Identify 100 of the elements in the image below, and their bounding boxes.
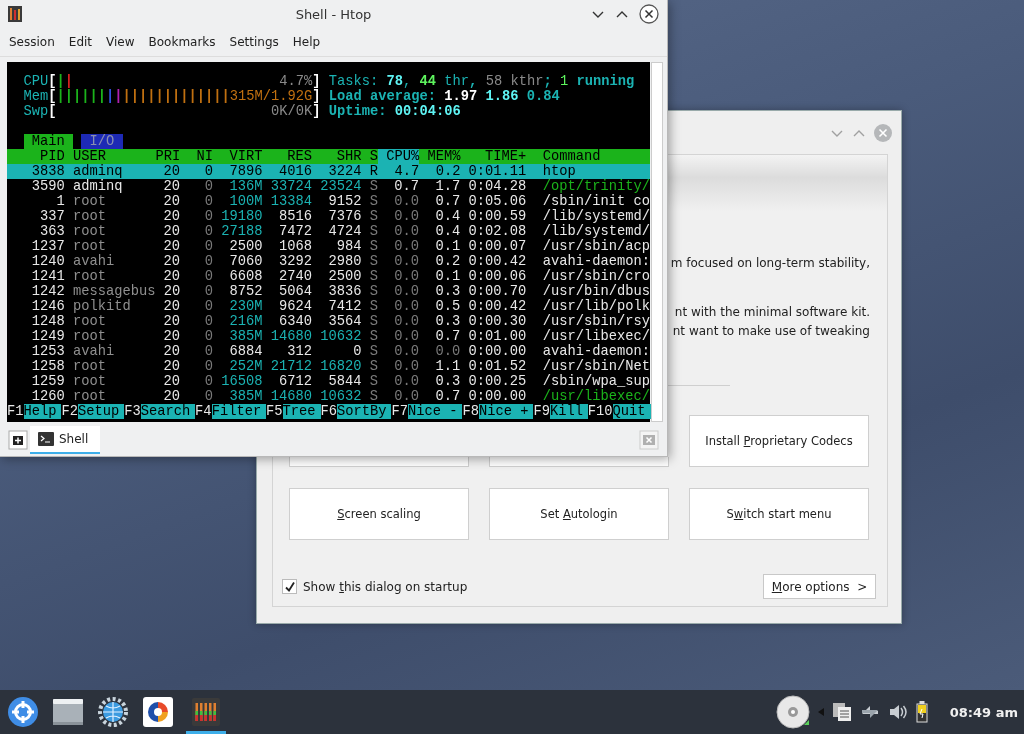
- process-row[interactable]: 1258 root 20 0 252M 21712 16820 S 0.0 1.1 0:01.52 /usr/sbin/Net: [7, 359, 650, 374]
- table-cell-text: 0: [203, 194, 214, 209]
- table-cell-text: 20: [162, 374, 181, 389]
- table-cell-text: 1.7: [434, 179, 461, 194]
- table-cell-text: 0.0: [393, 254, 420, 269]
- table-cell-text: 0:00.70: [467, 284, 527, 299]
- table-cell-text: 0: [203, 209, 214, 224]
- table-cell-text: 5844: [327, 374, 362, 389]
- table-cell-text: 0: [352, 344, 362, 359]
- table-cell-text: 21712: [269, 359, 312, 374]
- table-cell-text: 0:00.00: [467, 344, 527, 359]
- table-cell-text: /usr/sbin/cro: [541, 269, 650, 284]
- bracket: ]: [312, 74, 321, 89]
- terminal-icon: [38, 432, 54, 446]
- volume-icon[interactable]: [887, 702, 908, 722]
- option-button[interactable]: Install Proprietary Codecs: [689, 415, 869, 467]
- table-cell-text: root: [71, 374, 107, 389]
- column-header[interactable]: VIRT: [213, 149, 263, 164]
- process-row[interactable]: 1 root 20 0 100M 13384 9152 S 0.0 0.7 0:05.06 /sbin/init co: [7, 194, 650, 209]
- more-options-button[interactable]: More options >: [763, 574, 876, 599]
- table-cell-text: 0.1: [434, 269, 461, 284]
- pie-chart-icon: [143, 697, 173, 727]
- process-row[interactable]: 1246 polkitd 20 0 230M 9624 7412 S 0.0 0.5 0:00.42 /usr/lib/polk: [7, 299, 650, 314]
- column-header[interactable]: USER: [64, 149, 156, 164]
- table-cell-text: 20: [162, 224, 181, 239]
- table-cell-text: 984: [335, 239, 362, 254]
- process-row[interactable]: 1241 root 20 0 6608 2740 2500 S 0.0 0.1 0:00.06 /usr/sbin/cro: [7, 269, 650, 284]
- column-header[interactable]: S: [361, 149, 378, 164]
- table-cell-text: 0.0: [393, 314, 420, 329]
- bar-meter-icon: [192, 698, 220, 726]
- globe-gear-icon: [98, 697, 128, 727]
- table-cell-text: 20: [162, 209, 181, 224]
- process-row[interactable]: 3590 adminq 20 0 136M 33724 23524 S 0.7 1.7 0:04.28 /opt/trinity/: [7, 179, 650, 194]
- table-cell-text: 0:00.30: [467, 314, 527, 329]
- table-cell-text: polkitd: [71, 299, 132, 314]
- table-cell-text: 0: [203, 389, 214, 404]
- process-row[interactable]: 1249 root 20 0 385M 14680 10632 S 0.0 0.7 0:01.00 /usr/libexec/: [7, 329, 650, 344]
- table-cell-text: S: [368, 329, 378, 344]
- menu-item[interactable]: View: [99, 35, 142, 49]
- option-button[interactable]: Switch start menu: [689, 488, 869, 540]
- column-header[interactable]: MEM%: [419, 149, 461, 164]
- table-cell-text: S: [368, 374, 378, 389]
- column-header[interactable]: Command: [526, 149, 650, 164]
- column-header[interactable]: NI: [180, 149, 214, 164]
- column-header[interactable]: PRI: [155, 149, 181, 164]
- table-cell-text: S: [368, 224, 378, 239]
- option-button[interactable]: Set Autologin: [489, 488, 669, 540]
- process-row[interactable]: 1242 messagebus 20 0 8752 5064 3836 S 0.0 0.3 0:00.70 /usr/bin/dbus: [7, 284, 650, 299]
- table-cell-text: 2740: [277, 269, 312, 284]
- menu-item[interactable]: Settings: [222, 35, 286, 49]
- table-cell-text: 0: [203, 254, 214, 269]
- process-row[interactable]: 3838 adminq 20 0 7896 4016 3224 R 4.7 0.2 0:01.11 htop: [7, 164, 650, 179]
- table-cell-text: adminq: [71, 179, 124, 194]
- process-row[interactable]: 1253 avahi 20 0 6884 312 0 S 0.0 0.0 0:00.00 avahi-daemon:: [7, 344, 650, 359]
- session-tab[interactable]: Shell: [30, 426, 101, 454]
- meter-label: CPU: [23, 74, 49, 89]
- menu-item[interactable]: Edit: [61, 35, 100, 49]
- table-cell-text: S: [368, 209, 378, 224]
- screen-tab[interactable]: Main: [23, 134, 73, 149]
- table-cell-text: 0:01.11: [467, 164, 527, 179]
- table-cell-text: 1: [55, 194, 65, 209]
- table-cell-text: root: [71, 389, 107, 404]
- table-cell-text: S: [368, 299, 378, 314]
- checkbox-label[interactable]: Show this dialog on startup: [303, 579, 468, 594]
- table-cell-text: 0: [203, 299, 214, 314]
- description-text: m focused on long-term stability,: [670, 255, 870, 272]
- column-header[interactable]: SHR: [312, 149, 362, 164]
- process-row[interactable]: 1260 root 20 0 385M 14680 10632 S 0.0 0.7 0:00.00 /usr/libexec/: [7, 389, 650, 404]
- startup-checkbox[interactable]: [282, 579, 297, 594]
- column-header[interactable]: PID: [7, 149, 65, 164]
- column-header[interactable]: TIME+: [460, 149, 527, 164]
- scrollbar[interactable]: [651, 62, 663, 422]
- table-cell-text: 0:00.42: [467, 299, 527, 314]
- column-header[interactable]: RES: [262, 149, 312, 164]
- table-cell-text: 20: [162, 194, 181, 209]
- disc-icon[interactable]: [775, 695, 810, 729]
- table-cell-text: 0.0: [393, 284, 420, 299]
- clipboard-icon[interactable]: [831, 702, 852, 722]
- new-tab-icon[interactable]: [8, 430, 28, 450]
- process-row[interactable]: 1259 root 20 0 16508 6712 5844 S 0.0 0.3 0:00.25 /sbin/wpa_sup: [7, 374, 650, 389]
- clock[interactable]: 08:49 am: [949, 704, 1018, 720]
- table-cell-text: 1253: [30, 344, 65, 359]
- process-row[interactable]: 363 root 20 0 27188 7472 4724 S 0.0 0.4 0:02.08 /lib/systemd/: [7, 224, 650, 239]
- menu-item[interactable]: Session: [2, 35, 62, 49]
- table-cell-text: 337: [38, 209, 65, 224]
- process-row[interactable]: 1240 avahi 20 0 7060 3292 2980 S 0.0 0.2 0:00.42 avahi-daemon:: [7, 254, 650, 269]
- process-row[interactable]: 1248 root 20 0 216M 6340 3564 S 0.0 0.3 0:00.30 /usr/sbin/rsy: [7, 314, 650, 329]
- table-cell-text: 0: [203, 164, 214, 179]
- meter-text: |: [64, 74, 74, 89]
- table-cell-text: S: [368, 314, 378, 329]
- menu-item[interactable]: Bookmarks: [141, 35, 223, 49]
- menu-item[interactable]: Help: [285, 35, 328, 49]
- process-row[interactable]: 337 root 20 0 19180 8516 7376 S 0.0 0.4 0:00.59 /lib/systemd/: [7, 209, 650, 224]
- battery-icon[interactable]: [915, 701, 928, 723]
- option-button[interactable]: Screen scaling: [289, 488, 469, 540]
- table-cell-text: 0: [203, 179, 214, 194]
- close-icon[interactable]: [639, 4, 659, 24]
- bracket: [: [48, 74, 57, 89]
- table-cell-text: 20: [162, 239, 181, 254]
- process-row[interactable]: 1237 root 20 0 2500 1068 984 S 0.0 0.1 0:00.07 /usr/sbin/acp: [7, 239, 650, 254]
